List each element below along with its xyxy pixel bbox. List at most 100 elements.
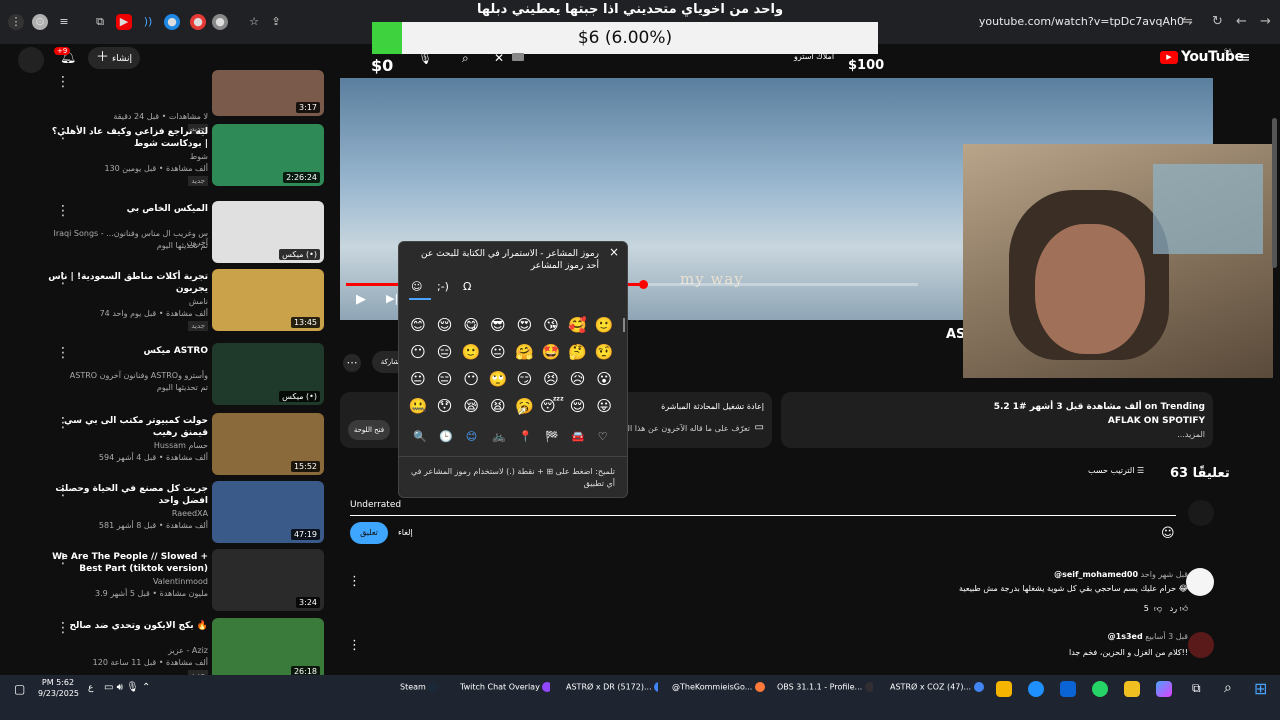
youtube-ext-icon[interactable]: ▶: [116, 14, 132, 30]
language-indicator[interactable]: ع: [88, 683, 93, 693]
emoji-button[interactable]: 😴: [540, 395, 564, 417]
emoji-button[interactable]: 😫: [487, 395, 509, 417]
more-options-icon[interactable]: ⋮: [56, 74, 70, 90]
emoji-category-flag-icon[interactable]: 🏁: [545, 430, 559, 443]
taskbar-app[interactable]: ASTRØ x COZ (47)...: [890, 682, 986, 692]
emoji-button-icon[interactable]: ☺: [1161, 526, 1175, 541]
like-icon[interactable]: 👍︎: [1180, 604, 1188, 613]
keyboard-icon[interactable]: [512, 53, 524, 61]
video-title[interactable]: الميكس الخاص بي: [48, 203, 208, 215]
address-bar[interactable]: youtube.com/watch?v=tpDc7avqAh0: [979, 15, 1184, 28]
video-thumbnail[interactable]: 2:26:24: [212, 124, 324, 186]
emoji-category-heart-icon[interactable]: ♡: [598, 430, 608, 443]
sort-button[interactable]: الترتيب حسب ☰: [1088, 466, 1144, 475]
more-options-icon[interactable]: ⋮: [56, 203, 70, 219]
more-actions-button[interactable]: ⋯: [343, 354, 361, 372]
emoji-button[interactable]: 🤨: [593, 341, 615, 363]
channel-name[interactable]: شوط: [48, 152, 208, 161]
emoji-button[interactable]: 🙂: [460, 341, 482, 363]
description-box[interactable]: 5.2 ألف مشاهدة قبل 3 أشهر #1 on Trending…: [781, 392, 1213, 448]
video-thumbnail[interactable]: 15:52: [212, 413, 324, 475]
emoji-category-location-icon[interactable]: 📍: [519, 430, 533, 443]
taskbar-app[interactable]: OBS 31.1.1 - Profile...: [777, 682, 873, 692]
page-scrollbar[interactable]: [1272, 118, 1277, 268]
emoji-button[interactable]: 😍: [513, 314, 535, 336]
windows-start-icon[interactable]: ⊞: [1254, 679, 1267, 698]
search-icon[interactable]: ⌕: [462, 51, 469, 66]
emoji-button[interactable]: 🤐: [407, 395, 429, 417]
emoji-button[interactable]: 😣: [540, 368, 562, 390]
more-options-icon[interactable]: ⋮: [56, 345, 70, 361]
emoji-category-car-icon[interactable]: 🚘: [571, 430, 585, 443]
video-title[interactable]: ليه تراجع فزاعي وكيف عاد الأهلي؟ | بودكا…: [48, 126, 208, 150]
emoji-category-smiley-icon[interactable]: 😊: [466, 430, 477, 443]
more-options-icon[interactable]: ⋮: [56, 620, 70, 636]
channel-name[interactable]: RaeedXA: [48, 509, 208, 518]
emoji-category-search-icon[interactable]: 🔍: [413, 430, 427, 443]
channel-name[interactable]: نامش: [48, 297, 208, 306]
playlist-icon[interactable]: ≡: [56, 14, 72, 30]
emoji-button[interactable]: 🙂: [593, 314, 615, 336]
video-title[interactable]: بكج الايكون وتحدي ضد صالح 🔥: [48, 620, 208, 632]
emoji-tab[interactable]: ;-): [437, 280, 449, 293]
video-thumbnail[interactable]: 13:45: [212, 269, 324, 331]
taskbar-app[interactable]: Steam: [400, 682, 442, 692]
outlook-icon[interactable]: [1060, 681, 1076, 697]
copilot-icon[interactable]: [1156, 681, 1172, 697]
menu-icon[interactable]: ⋮: [8, 14, 24, 30]
video-title[interactable]: جربت كل مصنع في الحياة وحصلت افضل واحد: [48, 483, 208, 507]
emoji-button[interactable]: 😑: [434, 368, 456, 390]
reply-button[interactable]: رد: [1170, 604, 1177, 613]
hamburger-menu-icon[interactable]: ≡: [1238, 48, 1251, 66]
recommended-video[interactable]: 3:24 We Are The People // Slowed + Best P…: [0, 549, 330, 613]
volume-icon[interactable]: 🔊︎: [117, 682, 123, 693]
emoji-button[interactable]: 🤔: [567, 341, 589, 363]
emoji-button[interactable]: 😌: [567, 395, 589, 417]
share-page-icon[interactable]: ⇪: [268, 14, 284, 30]
comment-author[interactable]: @seif_mohamed00: [1054, 570, 1138, 579]
youtube-logo-text[interactable]: YouTube: [1181, 49, 1244, 65]
emoji-tab[interactable]: Ω: [463, 280, 471, 293]
video-title[interactable]: حولت كمبيوتر مكتب الى بي سي قيمنق رهيب: [48, 415, 208, 439]
recommended-video[interactable]: 47:19 جربت كل مصنع في الحياة وحصلت افضل و…: [0, 481, 330, 545]
emoji-button[interactable]: 🤩: [540, 341, 562, 363]
video-thumbnail[interactable]: 3:24: [212, 549, 324, 611]
emoji-button[interactable]: 🤗: [513, 341, 535, 363]
microphone-icon[interactable]: 🎙︎: [418, 52, 432, 65]
channel-name[interactable]: ASTRO وفنانون آخرون ASTROوأسترو و: [48, 371, 208, 380]
recommended-video[interactable]: 15:52 حولت كمبيوتر مكتب الى بي سي قيمنق ر…: [0, 413, 330, 477]
comment-input[interactable]: Underrated: [350, 500, 401, 510]
store-icon[interactable]: [1124, 681, 1140, 697]
emoji-button[interactable]: 😋: [460, 314, 482, 336]
emoji-button[interactable]: 😯: [434, 395, 456, 417]
taskbar-app[interactable]: ASTRØ x DR (5172)...: [566, 682, 658, 692]
comment-avatar[interactable]: [1186, 568, 1214, 596]
video-thumbnail[interactable]: 47:19: [212, 481, 324, 543]
emoji-tab[interactable]: ☺: [411, 280, 422, 293]
emoji-button[interactable]: 😶: [407, 341, 429, 363]
battery-icon[interactable]: ▭: [104, 682, 113, 693]
puzzle-icon[interactable]: ⧉: [92, 14, 108, 30]
chevron-up-icon[interactable]: ⌃: [142, 682, 150, 693]
emoji-button[interactable]: 😮: [593, 368, 615, 390]
ext-blue-icon[interactable]: ●: [164, 14, 180, 30]
bookmark-star-icon[interactable]: ☆: [246, 14, 262, 30]
emoji-button[interactable]: 😛: [593, 395, 615, 417]
video-title[interactable]: ميكس ASTRO: [48, 345, 208, 357]
cancel-comment-button[interactable]: إلغاء: [398, 528, 413, 537]
recommended-video[interactable]: 2:26:24 ليه تراجع فزاعي وكيف عاد الأهلي؟ …: [0, 124, 330, 188]
emoji-button[interactable]: 😌: [434, 314, 456, 336]
ext-red-icon[interactable]: ●: [190, 14, 206, 30]
emoji-button[interactable]: 😏: [513, 368, 535, 390]
extension-icon[interactable]: ⊙: [32, 14, 48, 30]
emoji-button[interactable]: 😊: [407, 314, 429, 336]
edge-icon[interactable]: [1028, 681, 1044, 697]
task-view-icon[interactable]: ⧉: [1192, 681, 1201, 696]
notification-center-icon[interactable]: ▢: [14, 682, 25, 696]
channel-name[interactable]: Valentinmood: [48, 577, 208, 586]
youtube-logo-icon[interactable]: ▶: [1160, 51, 1178, 64]
emoji-button[interactable]: 😪: [460, 395, 482, 417]
video-thumbnail[interactable]: 26:18: [212, 618, 324, 680]
file-explorer-icon[interactable]: [996, 681, 1012, 697]
emoji-button[interactable]: 😐: [487, 341, 509, 363]
